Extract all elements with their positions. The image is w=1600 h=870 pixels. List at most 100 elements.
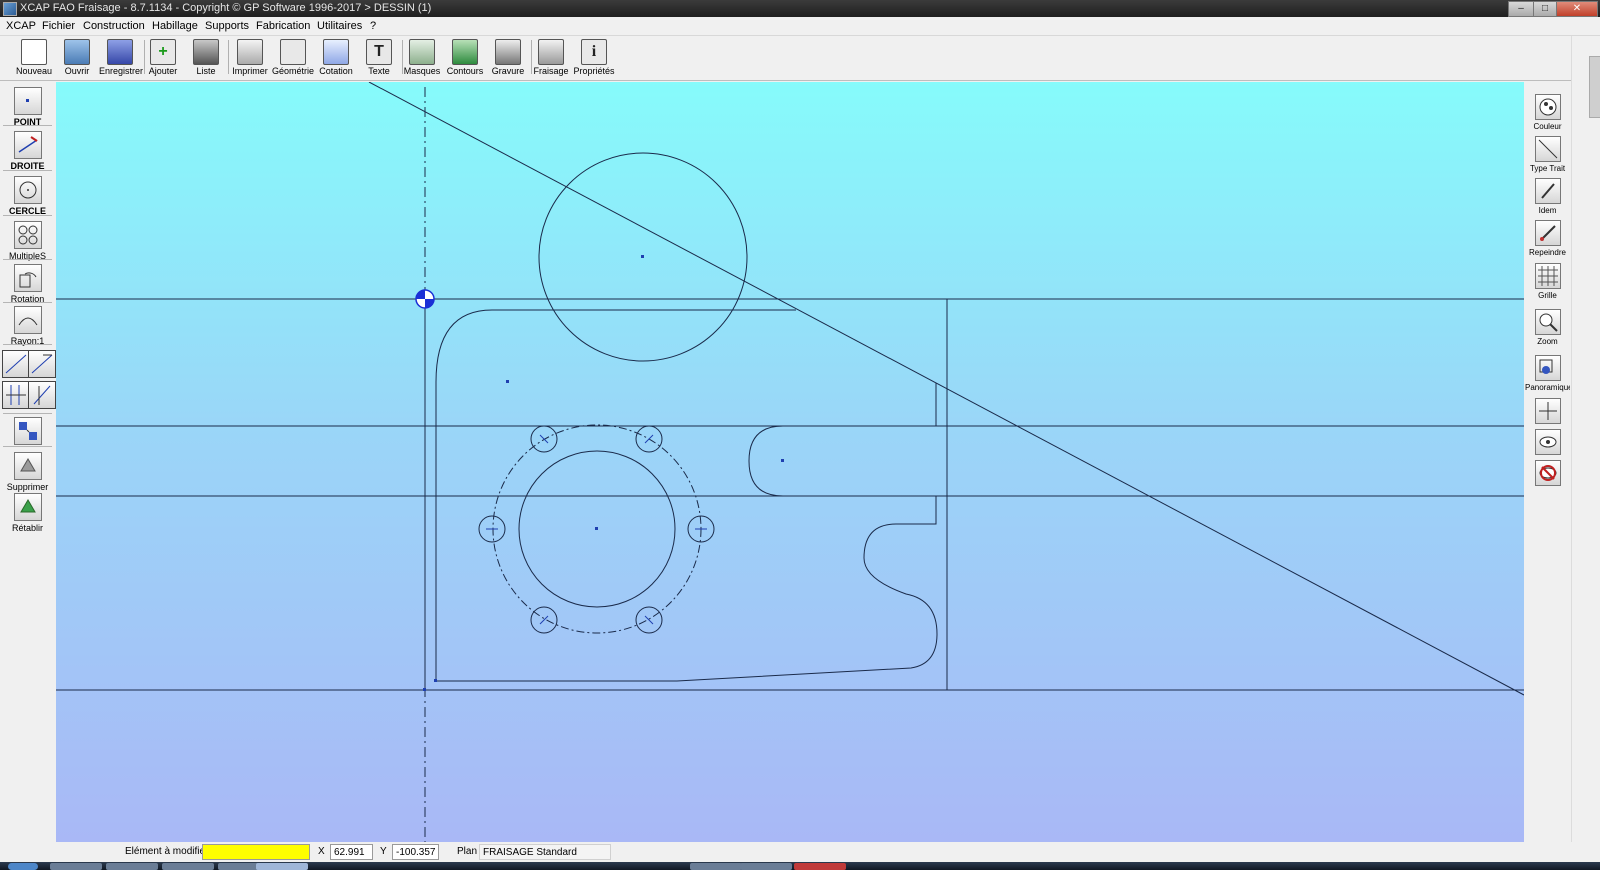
tool-couleur[interactable]: Couleur — [1525, 94, 1570, 131]
toolbar-label: Ouvrir — [64, 66, 90, 76]
minimize-button[interactable]: – — [1508, 1, 1534, 17]
toolbar-button-gravure[interactable]: Gravure — [487, 37, 529, 78]
toolbar-button-proprietes[interactable]: i Propriétés — [573, 37, 615, 78]
text-icon: T — [366, 39, 392, 65]
perpendicular-tool[interactable] — [28, 381, 56, 409]
eye-icon — [1534, 429, 1561, 455]
snap-line-icon — [5, 354, 27, 374]
tool-type-trait[interactable]: Type Trait — [1525, 136, 1570, 173]
toolbar-label: Texte — [368, 66, 390, 76]
tool-panoramique[interactable]: Panoramique — [1525, 355, 1570, 392]
taskbar-item[interactable] — [106, 863, 158, 870]
toolbar-button-nouveau[interactable]: Nouveau — [13, 37, 55, 78]
tool-repeindre[interactable]: Repeindre — [1525, 220, 1570, 257]
toolbar-button-geometrie[interactable]: Géométrie — [272, 37, 314, 78]
menu-habillage[interactable]: Habillage — [152, 20, 198, 32]
menu-fichier[interactable]: Fichier — [42, 20, 75, 32]
tool-droite[interactable]: DROITE — [2, 131, 53, 171]
new-document-icon — [21, 39, 47, 65]
menu-supports[interactable]: Supports — [205, 20, 249, 32]
perpendicular-icon — [33, 385, 51, 405]
toolbar-button-fraisage[interactable]: Fraisage — [530, 37, 572, 78]
toolbar-button-ouvrir[interactable]: Ouvrir — [56, 37, 98, 78]
taskbar-item[interactable] — [162, 863, 214, 870]
tool-cercle[interactable]: CERCLE — [2, 176, 53, 216]
maximize-button[interactable]: □ — [1533, 1, 1557, 17]
divider — [3, 344, 52, 345]
menu-utilitaires[interactable]: Utilitaires — [317, 20, 362, 32]
toolbar-label: Imprimer — [232, 66, 268, 76]
parallel-tool[interactable] — [2, 381, 30, 409]
toolbar-button-enregistrer[interactable]: Enregistrer — [99, 37, 143, 78]
hide-eye-icon — [1534, 460, 1561, 486]
tool-multiples[interactable]: MultipleS — [2, 221, 53, 261]
repaint-brush-icon — [1534, 220, 1561, 246]
y-coordinate: -100.357 — [392, 844, 439, 860]
toolbar-label: Nouveau — [15, 66, 53, 76]
x-label: X — [318, 846, 325, 857]
x-coordinate: 62.991 — [330, 844, 373, 860]
tool-grille[interactable]: Grille — [1525, 263, 1570, 300]
tool-label: Grille — [1538, 291, 1557, 300]
tool-point[interactable]: POINT — [2, 87, 53, 127]
eyedropper-icon — [1534, 178, 1561, 204]
engraving-icon — [495, 39, 521, 65]
y-label: Y — [380, 846, 387, 857]
snap-line-tool[interactable] — [2, 350, 30, 378]
point — [506, 380, 509, 383]
toolbar-button-liste[interactable]: Liste — [185, 37, 227, 78]
center-point — [641, 255, 644, 258]
drawing-canvas[interactable] — [56, 82, 1524, 842]
toolbar-button-cotation[interactable]: Cotation — [315, 37, 357, 78]
tool-retablir[interactable]: Rétablir — [2, 493, 53, 533]
toolbar-button-masques[interactable]: Masques — [401, 37, 443, 78]
grid-icon — [1534, 263, 1561, 289]
start-button-icon[interactable] — [8, 863, 38, 870]
transform-icon — [13, 417, 42, 445]
element-field[interactable] — [202, 844, 310, 860]
tool-label: Panoramique — [1525, 383, 1570, 392]
line-type-icon — [1534, 136, 1561, 162]
toolbar-label: Gravure — [491, 66, 525, 76]
divider — [3, 215, 52, 216]
tool-supprimer[interactable]: Supprimer — [2, 452, 53, 492]
center-point — [781, 459, 784, 462]
toolbar-label: Masques — [403, 66, 441, 76]
toolbar-label: Géométrie — [272, 66, 315, 76]
main-toolbar: Nouveau Ouvrir Enregistrer + Ajouter Lis… — [0, 36, 1600, 81]
tool-zoom[interactable]: Zoom — [1525, 309, 1570, 346]
toolbar-button-texte[interactable]: T Texte — [358, 37, 400, 78]
taskbar-item[interactable] — [740, 863, 792, 870]
app-icon — [3, 2, 17, 16]
menu-xcap[interactable]: XCAP — [6, 20, 36, 32]
tool-show[interactable] — [1525, 429, 1570, 455]
center-point — [595, 527, 598, 530]
toolbar-button-contours[interactable]: Contours — [444, 37, 486, 78]
tool-move[interactable] — [1525, 398, 1570, 424]
tool-idem[interactable]: Idem — [1525, 178, 1570, 215]
toolbar-label: Liste — [196, 66, 216, 76]
window-title: XCAP FAO Fraisage - 8.7.1134 - Copyright… — [20, 2, 432, 14]
tool-transform[interactable] — [2, 417, 53, 445]
multiple-icon — [13, 221, 42, 249]
taskbar-item[interactable] — [794, 863, 846, 870]
menu-bar: XCAP Fichier Construction Habillage Supp… — [0, 17, 1600, 36]
snap-angle-tool[interactable] — [28, 350, 56, 378]
tool-hide[interactable] — [1525, 460, 1570, 486]
menu-construction[interactable]: Construction — [83, 20, 145, 32]
taskbar-item[interactable] — [690, 863, 742, 870]
close-button[interactable]: ✕ — [1556, 1, 1598, 17]
taskbar-item-active[interactable] — [256, 863, 308, 870]
toolbar-button-imprimer[interactable]: Imprimer — [229, 37, 271, 78]
scrollbar-thumb[interactable] — [1589, 56, 1600, 118]
toolbar-label: Fraisage — [533, 66, 569, 76]
tool-rotation[interactable]: Rotation — [2, 264, 53, 304]
menu-fabrication[interactable]: Fabrication — [256, 20, 310, 32]
menu-help[interactable]: ? — [370, 20, 376, 32]
tool-rayon[interactable]: Rayon:1 — [2, 306, 53, 346]
cad-drawing — [56, 82, 1524, 842]
title-bar: XCAP FAO Fraisage - 8.7.1134 - Copyright… — [0, 0, 1600, 17]
taskbar-item[interactable] — [50, 863, 102, 870]
divider — [3, 170, 52, 171]
toolbar-button-ajouter[interactable]: + Ajouter — [142, 37, 184, 78]
